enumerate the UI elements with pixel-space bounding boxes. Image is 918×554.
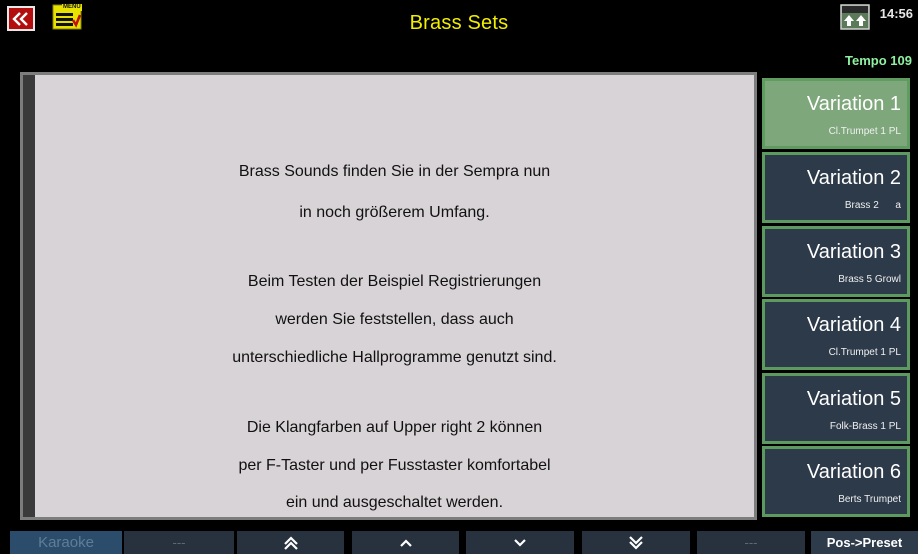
variation-button-1[interactable]: Variation 1 Cl.Trumpet 1 PL	[762, 78, 910, 149]
variation-button-4[interactable]: Variation 4 Cl.Trumpet 1 PL	[762, 299, 910, 370]
info-line: werden Sie feststellen, dass auch	[275, 311, 514, 328]
menu-label: MENU	[62, 4, 82, 11]
info-line: per F-Taster und per Fusstaster komforta…	[238, 457, 551, 474]
page-title: Brass Sets	[409, 12, 509, 34]
variation-label: Variation 1	[806, 93, 901, 115]
info-line: unterschiedliche Hallprogramme genutzt s…	[232, 349, 557, 366]
clock: 14:56	[879, 6, 913, 21]
variation-sound: Brass 5 Growl	[838, 274, 901, 285]
panel-scrollbar[interactable]	[23, 75, 35, 517]
empty-button-1[interactable]: ---	[124, 531, 234, 554]
info-line: ein und ausgeschaltet werden.	[285, 494, 504, 511]
variation-button-2[interactable]: Variation 2 Brass 2 a	[762, 152, 910, 223]
chevron-down-icon	[514, 538, 526, 547]
variation-label: Variation 3	[806, 241, 901, 263]
up-button[interactable]	[352, 531, 459, 554]
variation-label: Variation 2	[806, 167, 901, 189]
page-down-button[interactable]	[582, 531, 690, 554]
empty-button-2[interactable]: ---	[697, 531, 805, 554]
variation-sound: Cl.Trumpet 1 PL	[828, 347, 901, 358]
shift-icon	[840, 4, 870, 30]
info-line: Beim Testen der Beispiel Registrierungen	[247, 273, 542, 290]
variation-label: Variation 6	[806, 461, 901, 483]
karaoke-button[interactable]: Karaoke	[10, 531, 122, 554]
double-chevron-down-icon	[629, 535, 643, 550]
page-up-button[interactable]	[237, 531, 344, 554]
variation-label: Variation 4	[806, 314, 901, 336]
shift-button[interactable]	[840, 4, 870, 30]
chevron-up-icon	[399, 538, 412, 547]
variation-sound: Brass 2 a	[844, 200, 901, 211]
title-bar: MENU Brass Sets 14:56	[0, 0, 918, 48]
variation-button-6[interactable]: Variation 6 Berts Trumpet	[762, 446, 910, 517]
variation-button-3[interactable]: Variation 3 Brass 5 Growl	[762, 226, 910, 297]
info-panel: Brass Sounds finden Sie in der Sempra nu…	[20, 72, 757, 520]
double-chevron-up-icon	[283, 535, 298, 550]
pos-preset-button[interactable]: Pos->Preset	[811, 531, 918, 554]
info-line: in noch größerem Umfang.	[299, 204, 490, 221]
variation-sound: Folk-Brass 1 PL	[829, 421, 901, 432]
variation-sound: Berts Trumpet	[838, 494, 901, 505]
variation-button-5[interactable]: Variation 5 Folk-Brass 1 PL	[762, 373, 910, 444]
info-text: Brass Sounds finden Sie in der Sempra nu…	[35, 75, 754, 517]
variation-label: Variation 5	[806, 388, 901, 410]
info-line: Die Klangfarben auf Upper right 2 können	[246, 419, 543, 436]
info-line: Brass Sounds finden Sie in der Sempra nu…	[238, 163, 551, 180]
down-button[interactable]	[466, 531, 574, 554]
variation-sound: Cl.Trumpet 1 PL	[828, 126, 901, 137]
tempo-display: Tempo 109	[845, 53, 912, 68]
